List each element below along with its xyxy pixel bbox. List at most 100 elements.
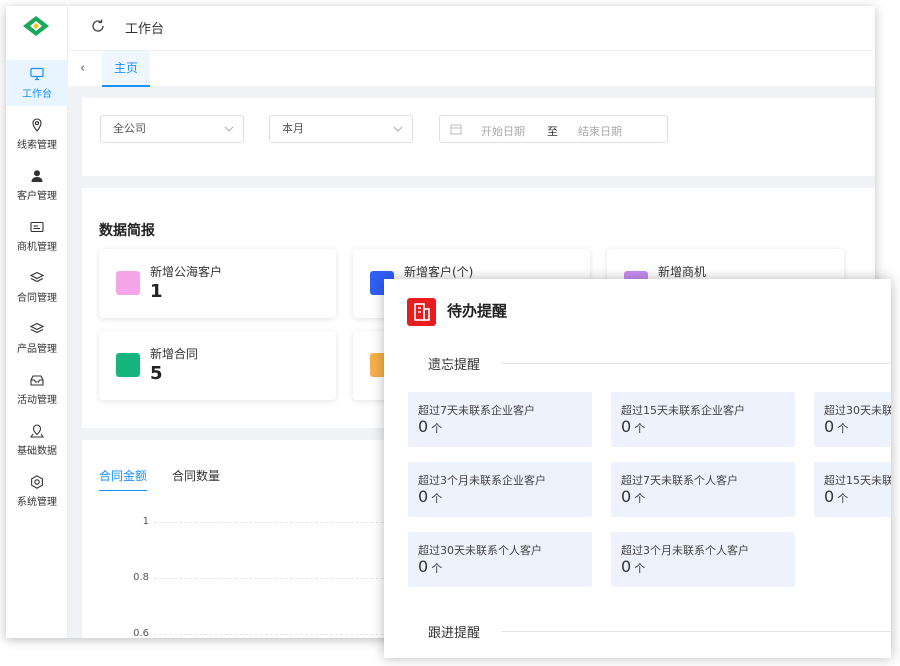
sidebar-item-label: 基础数据 [17, 445, 57, 457]
reminder-card[interactable]: 超过15天未联系个人客户 0个 [814, 462, 891, 517]
building-icon [116, 271, 140, 295]
divider [501, 631, 891, 632]
stat-label: 新增公海客户 [150, 265, 223, 279]
sidebar-item-customers[interactable]: 客户管理 [6, 162, 68, 208]
stat-value: 1 [150, 281, 163, 302]
reminder-unit: 个 [837, 422, 849, 435]
start-date-input[interactable]: 开始日期 [481, 123, 525, 139]
sidebar-item-label: 系统管理 [17, 496, 57, 508]
sidebar-item-label: 活动管理 [17, 394, 57, 406]
divider [501, 363, 891, 364]
sidebar-item-system[interactable]: 系统管理 [6, 468, 68, 514]
layers-icon [30, 322, 44, 333]
tab-contract-amount[interactable]: 合同金额 [99, 467, 148, 491]
sidebar-item-workbench[interactable]: 工作台 [6, 60, 68, 106]
reminder-card[interactable]: 超过15天未联系企业客户 0个 [611, 392, 795, 447]
reminder-label: 超过7天未联系企业客户 [418, 404, 535, 417]
section-title: 数据简报 [99, 223, 155, 239]
tab-home[interactable]: 主页 [102, 51, 151, 87]
stat-label: 新增合同 [150, 347, 199, 361]
sidebar-item-leads[interactable]: 线索管理 [6, 111, 68, 157]
reminder-card[interactable]: 超过30天未联系企业客户 0个 [814, 392, 891, 447]
y-tick-label: 0.8 [133, 572, 149, 583]
reminder-value: 0 [418, 557, 429, 576]
tab-contract-count[interactable]: 合同数量 [172, 467, 220, 490]
reminder-card[interactable]: 超过7天未联系企业客户 0个 [408, 392, 592, 447]
sidebar-item-label: 商机管理 [17, 241, 57, 253]
followup-reminder-heading: 跟进提醒 [428, 626, 481, 641]
sidebar-item-label: 产品管理 [17, 343, 57, 355]
todo-reminder-panel: 待办提醒 遗忘提醒 超过7天未联系企业客户 0个 超过15天未联系企业客户 0个… [384, 279, 891, 658]
stat-label: 新增商机 [658, 265, 707, 279]
logo-icon[interactable] [23, 16, 49, 36]
y-tick-label: 0.6 [133, 628, 149, 638]
period-select-value: 本月 [282, 122, 304, 135]
reminder-label: 超过7天未联系个人客户 [621, 474, 738, 487]
end-date-input[interactable]: 结束日期 [578, 123, 622, 139]
reminder-unit: 个 [431, 562, 443, 575]
panel-title: 待办提醒 [447, 302, 508, 320]
reminder-card[interactable]: 超过3个月未联系企业客户 0个 [408, 462, 592, 517]
date-separator: 至 [547, 125, 558, 138]
reminder-label: 超过30天未联系企业客户 [824, 404, 891, 417]
reminder-value: 0 [621, 417, 632, 436]
sidebar-item-label: 合同管理 [17, 292, 57, 304]
stat-card-new-contracts[interactable]: 新增合同 5 [99, 331, 336, 400]
refresh-icon[interactable] [90, 18, 106, 34]
calendar-icon [450, 124, 462, 135]
company-select[interactable]: 全公司 [100, 115, 244, 143]
chevron-down-icon [224, 126, 234, 132]
reminder-value: 0 [418, 487, 429, 506]
tab-bar: ‹ 主页 [68, 50, 875, 87]
date-range-picker[interactable]: 开始日期 至 结束日期 [439, 115, 668, 143]
sidebar-item-base-data[interactable]: 基础数据 [6, 417, 68, 463]
stat-card-new-public-customers[interactable]: 新增公海客户 1 [99, 249, 336, 318]
reminder-unit: 个 [634, 422, 646, 435]
reminder-unit: 个 [837, 492, 849, 505]
reminder-value: 0 [418, 417, 429, 436]
map-pin-icon [30, 423, 44, 438]
gear-icon [31, 474, 43, 489]
reminder-label: 超过3个月未联系个人客户 [621, 544, 749, 557]
reminder-card[interactable]: 超过3个月未联系个人客户 0个 [611, 532, 795, 587]
reminder-value: 0 [824, 487, 835, 506]
sidebar: 工作台 线索管理 客户管理 商机管理 合同管理 产品管理 活动管理 基础数据 系… [6, 6, 68, 638]
card-icon [30, 221, 44, 232]
reminder-label: 超过30天未联系个人客户 [418, 544, 542, 557]
page-title: 工作台 [125, 22, 165, 37]
reminder-label: 超过3个月未联系企业客户 [418, 474, 546, 487]
period-select[interactable]: 本月 [269, 115, 413, 143]
reminder-card[interactable]: 超过7天未联系个人客户 0个 [611, 462, 795, 517]
company-select-value: 全公司 [113, 122, 146, 135]
user-icon [31, 169, 43, 182]
sidebar-item-contracts[interactable]: 合同管理 [6, 264, 68, 310]
reminder-unit: 个 [634, 562, 646, 575]
sidebar-item-label: 线索管理 [17, 139, 57, 151]
reminder-value: 0 [621, 487, 632, 506]
y-tick-label: 1 [142, 516, 149, 527]
stat-value: 5 [150, 363, 163, 384]
sidebar-item-opportunities[interactable]: 商机管理 [6, 213, 68, 259]
inbox-icon [30, 374, 44, 386]
reminder-unit: 个 [431, 492, 443, 505]
sidebar-item-label: 客户管理 [17, 190, 57, 202]
reminder-unit: 个 [634, 492, 646, 505]
layers-icon [30, 271, 44, 282]
sidebar-item-activities[interactable]: 活动管理 [6, 366, 68, 412]
building-icon [407, 298, 436, 326]
location-pin-icon [32, 117, 42, 132]
chevron-left-icon[interactable]: ‹ [80, 61, 85, 76]
chevron-down-icon [393, 126, 403, 132]
reminder-card[interactable]: 超过30天未联系个人客户 0个 [408, 532, 592, 587]
reminder-label: 超过15天未联系企业客户 [621, 404, 745, 417]
monitor-icon [30, 67, 44, 80]
reminder-label: 超过15天未联系个人客户 [824, 474, 891, 487]
top-bar: 工作台 [68, 6, 875, 50]
sidebar-item-products[interactable]: 产品管理 [6, 315, 68, 361]
reminder-unit: 个 [431, 422, 443, 435]
sidebar-item-label: 工作台 [22, 88, 52, 100]
reminder-value: 0 [824, 417, 835, 436]
stat-label: 新增客户(个) [404, 265, 474, 279]
filter-bar: 全公司 本月 开始日期 至 结束日期 [82, 98, 875, 176]
memo-reminder-heading: 遗忘提醒 [428, 358, 481, 373]
